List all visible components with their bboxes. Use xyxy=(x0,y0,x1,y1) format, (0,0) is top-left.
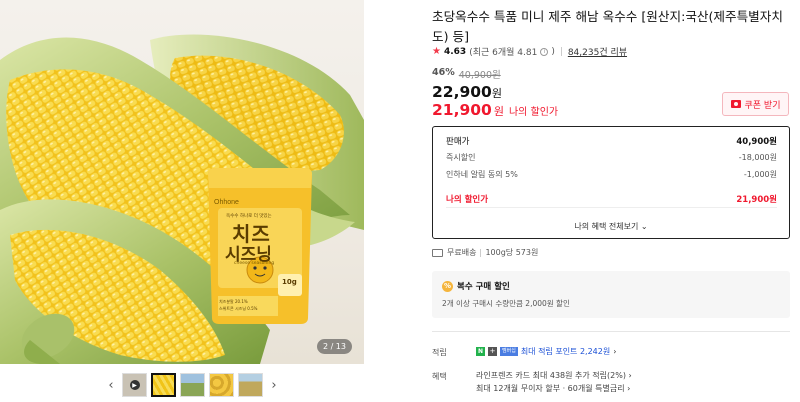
multi-buy-title-row: % 복수 구매 할인 xyxy=(442,280,510,292)
unit-price: 100g당 573원 xyxy=(485,248,539,257)
thumbnail-corn-closeup[interactable] xyxy=(151,373,176,397)
rating-row: ★ 4.63 (최근 6개월 4.81 i ) 84,235건 리뷰 xyxy=(432,45,627,58)
star-icon: ★ xyxy=(432,46,441,57)
product-main-image[interactable]: Ohhone 옥수수 하나로 더 맛있는 치즈 시즈닝 cheese seaso… xyxy=(0,0,364,364)
bag-brand: Ohhone xyxy=(214,199,239,206)
shipping-label: 무료배송 xyxy=(447,248,477,257)
my-price-total-label: 나의 할인가 xyxy=(446,195,489,205)
play-icon: ▶ xyxy=(129,380,140,390)
card-benefit-line[interactable]: 라인프렌즈 카드 최대 438원 추가 적립(2%) › xyxy=(476,370,632,381)
chevron-down-icon: ⌄ xyxy=(640,222,648,231)
recent-rating-close: ) xyxy=(551,46,555,57)
chevron-right-icon: › xyxy=(627,384,631,393)
price-row-value: -1,000원 xyxy=(743,170,777,179)
thumbnail-corn-pile[interactable] xyxy=(209,373,234,397)
benefits-label: 혜택 xyxy=(432,372,447,381)
view-all-label: 나의 혜택 전체보기 xyxy=(574,222,639,231)
recent-rating: (최근 6개월 4.81 xyxy=(469,48,538,58)
membership-badge: 멤버십 xyxy=(500,347,518,356)
info-icon[interactable]: i xyxy=(540,47,549,56)
price-row-label: 판매가 xyxy=(446,137,470,147)
truck-icon xyxy=(432,248,443,257)
price-row-alert: 인하네 알림 동의 5% -1,000원 xyxy=(446,169,777,180)
price-row-label: 인하네 알림 동의 5% xyxy=(446,170,518,179)
shipping-row: 무료배송 100g당 573원 xyxy=(432,247,538,258)
sale-price-row: 22,900원 xyxy=(432,83,502,101)
image-counter: 2 / 13 xyxy=(316,339,352,354)
thumbnail-strip: ‹ ▶ › xyxy=(104,372,281,398)
bag-sub-text: cheese seasoning xyxy=(234,261,275,266)
coupon-label: 쿠폰 받기 xyxy=(744,100,781,111)
thumb-next-icon[interactable]: › xyxy=(267,373,281,397)
my-price-row: 21,900 원 나의 할인가 xyxy=(432,101,558,119)
sale-price-unit: 원 xyxy=(491,87,502,100)
coupon-icon xyxy=(730,100,741,108)
chevron-right-icon: › xyxy=(628,371,632,380)
plus-badge: + xyxy=(488,347,497,356)
divider xyxy=(432,331,790,332)
points-label: 적립 xyxy=(432,348,447,357)
corn-illustration xyxy=(0,34,364,364)
bag-weight: 10g xyxy=(282,278,297,286)
price-row-value: -18,000원 xyxy=(738,153,777,162)
bag-footnote-1: 치즈분말 20.1% xyxy=(219,299,248,304)
thumbnail-video[interactable]: ▶ xyxy=(122,373,147,397)
chevron-right-icon: › xyxy=(613,347,617,356)
points-row[interactable]: N + 멤버십 최대 적립 포인트 2,242원 › xyxy=(476,346,616,357)
discount-row: 46% 40,900원 xyxy=(432,67,501,81)
price-row-my: 나의 할인가 21,900원 xyxy=(446,193,777,205)
installment-line[interactable]: 최대 12개월 무이자 할부 · 60개월 특별금리 › xyxy=(476,383,630,394)
price-row-label: 즉시할인 xyxy=(446,153,476,162)
my-price-total-value: 21,900원 xyxy=(736,195,777,205)
thumbnail-field[interactable] xyxy=(180,373,205,397)
my-price: 21,900 xyxy=(432,101,492,119)
price-row-instant: 즉시할인 -18,000원 xyxy=(446,152,777,163)
thumb-prev-icon[interactable]: ‹ xyxy=(104,373,118,397)
product-title: 초당옥수수 특품 미니 제주 해남 옥수수 [원산지:국산(제주특별자치도) 등… xyxy=(432,9,783,44)
multi-buy-desc: 2개 이상 구매시 수량만큼 2,000원 할인 xyxy=(442,299,570,308)
divider xyxy=(446,207,777,208)
bag-footnote-2: 스위트콘 시즈닝 0.5% xyxy=(219,306,258,311)
card-benefit-text: 라인프렌즈 카드 최대 438원 추가 적립(2%) xyxy=(476,371,626,380)
my-price-label: 나의 할인가 xyxy=(508,107,559,118)
my-price-unit: 원 xyxy=(493,105,504,118)
coupon-button[interactable]: 쿠폰 받기 xyxy=(722,92,789,116)
percent-icon: % xyxy=(442,280,453,292)
installment-text: 최대 12개월 무이자 할부 · 60개월 특별금리 xyxy=(476,384,625,393)
rating-score: 4.63 xyxy=(443,46,467,57)
original-price: 40,900원 xyxy=(458,70,501,81)
discount-rate: 46% xyxy=(432,67,455,78)
price-row-list: 판매가 40,900원 xyxy=(446,135,777,147)
review-count-link[interactable]: 84,235건 리뷰 xyxy=(568,45,627,58)
multi-buy-title: 복수 구매 할인 xyxy=(457,282,510,292)
price-breakdown-box: 판매가 40,900원 즉시할인 -18,000원 인하네 알림 동의 5% -… xyxy=(432,126,790,239)
naver-n-badge: N xyxy=(476,347,485,356)
points-text: 최대 적립 포인트 2,242원 xyxy=(520,347,611,356)
price-row-value: 40,900원 xyxy=(736,137,777,147)
divider xyxy=(560,47,562,56)
divider xyxy=(480,248,482,257)
view-all-benefits-button[interactable]: 나의 혜택 전체보기 ⌄ xyxy=(433,221,789,232)
thumbnail-field-2[interactable] xyxy=(238,373,263,397)
sale-price: 22,900 xyxy=(432,83,492,101)
multi-buy-discount-box: % 복수 구매 할인 2개 이상 구매시 수량만큼 2,000원 할인 xyxy=(432,271,790,318)
